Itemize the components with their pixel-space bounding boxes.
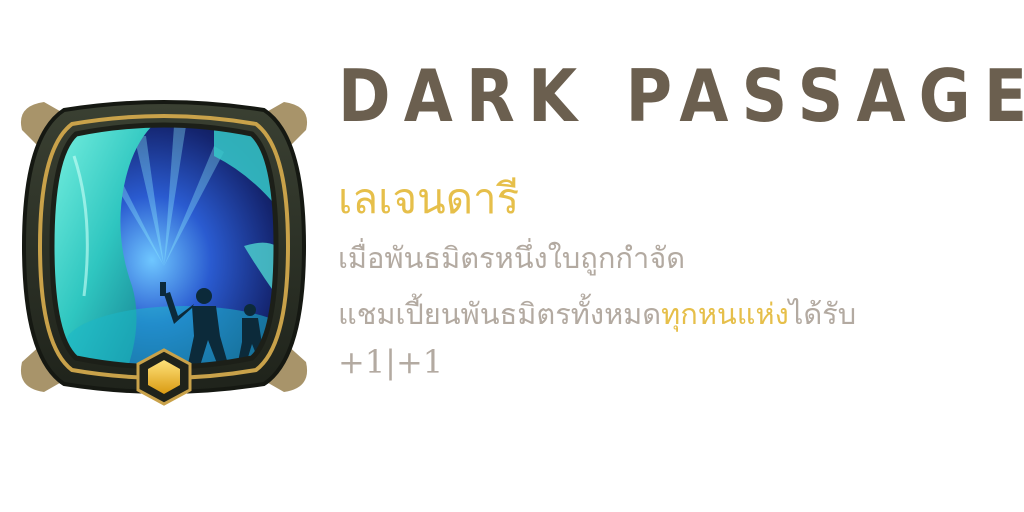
description-text-end: ได้รับ	[788, 297, 857, 332]
card-detail-panel: DARK PASSAGE เลเจนดารี เมื่อพันธมิตรหนึ่…	[0, 0, 1024, 512]
card-title: DARK PASSAGE	[338, 54, 1024, 138]
dark-passage-landmark-icon	[14, 96, 314, 408]
description-text: แชมเปี้ยนพันธมิตรทั้งหมด	[338, 297, 662, 332]
description-line-1: เมื่อพันธมิตรหนึ่งใบถูกกำจัด	[338, 241, 686, 276]
keyword-highlight: ทุกหนแห่ง	[661, 297, 789, 332]
stat-buff: +1|+1	[338, 343, 444, 382]
rarity-label: เลเจนดารี	[338, 174, 520, 223]
card-description: เมื่อพันธมิตรหนึ่งใบถูกกำจัด แชมเปี้ยนพั…	[338, 230, 1018, 342]
description-line-2: แชมเปี้ยนพันธมิตรทั้งหมดทุกหนแห่งได้รับ	[338, 286, 1018, 342]
card-info: DARK PASSAGE เลเจนดารี เมื่อพันธมิตรหนึ่…	[338, 54, 1024, 382]
